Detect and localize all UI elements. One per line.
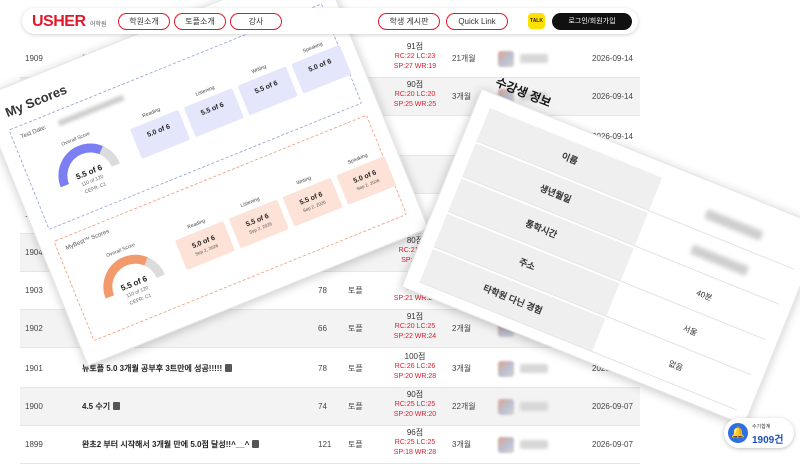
top-navbar: USHER 어학원 학원소개 토플소개 강사 학생 게시판 Quick Link… xyxy=(22,8,638,34)
post-date: 2026-09-14 xyxy=(592,54,633,63)
post-date: 2026-09-14 xyxy=(592,92,633,101)
redacted-value xyxy=(704,209,764,241)
total-score: 96점 xyxy=(406,428,424,437)
section-scores: SP:22 WR:24 xyxy=(393,333,437,340)
section-scores: SP:20 WR:20 xyxy=(393,411,437,418)
section-scores: RC:25 LC:25 xyxy=(394,401,436,408)
score-cell: 90점 RC:25 LC:25 SP:20 WR:20 xyxy=(380,390,450,420)
nav-teachers[interactable]: 강사 xyxy=(230,13,282,30)
post-number: 1903 xyxy=(25,286,43,295)
login-signup-button[interactable]: 로그인/회원가입 xyxy=(552,13,632,30)
view-count: 78 xyxy=(318,364,327,373)
section-scores: SP:27 WR:19 xyxy=(393,63,437,70)
post-title[interactable]: 4.5 수기 xyxy=(82,388,121,426)
category: 토플 xyxy=(348,286,363,295)
section-scores: RC:20 LC:25 xyxy=(394,323,436,330)
score-cell: 91점 RC:22 LC:23 SP:27 WR:19 xyxy=(380,42,450,72)
total-score: 90점 xyxy=(406,80,424,89)
score-cell: 96점 RC:25 LC:25 SP:18 WR:28 xyxy=(380,428,450,458)
category: 토플 xyxy=(348,324,363,333)
post-number: 1902 xyxy=(25,324,43,333)
post-number: 1900 xyxy=(25,402,43,411)
redacted-date xyxy=(57,94,125,127)
category: 토플 xyxy=(348,364,363,373)
section-scores: RC:20 LC:20 xyxy=(394,91,436,98)
study-period: 3개월 xyxy=(452,92,472,101)
review-count-label: 수기합계 xyxy=(752,424,771,430)
view-count: 78 xyxy=(318,286,327,295)
section-scores: SP:18 WR:28 xyxy=(393,449,437,456)
study-period: 21개월 xyxy=(452,54,476,63)
view-count: 121 xyxy=(318,440,332,449)
total-score: 91점 xyxy=(406,312,424,321)
table-row[interactable]: 1900 4.5 수기 74 토플 22개월 2026-09-07 90점 RC:25 LC:… xyxy=(20,388,640,426)
category: 토플 xyxy=(348,402,363,411)
kakao-talk-icon[interactable]: TALK xyxy=(528,13,545,29)
post-date: 2026-09-07 xyxy=(592,402,633,411)
usher-logo[interactable]: USHER xyxy=(32,13,86,31)
category: 토플 xyxy=(348,440,363,449)
score-cell: 90점 RC:20 LC:20 SP:25 WR:25 xyxy=(380,80,450,110)
section-scores: RC:25 LC:25 xyxy=(394,439,436,446)
nav-toefl-intro[interactable]: 토플소개 xyxy=(174,13,226,30)
review-count-badge[interactable]: 🔔 수기합계 1909건 xyxy=(724,418,794,448)
table-row[interactable]: 1899 완초2 부터 시작해서 3개월 만에 5.0점 달성!!^__^ 121 토… xyxy=(20,426,640,464)
redacted-author xyxy=(520,440,548,449)
redacted-value xyxy=(689,244,750,277)
redacted-author xyxy=(520,54,548,63)
post-number: 1899 xyxy=(25,440,43,449)
avatar xyxy=(498,399,514,415)
section-scores: RC:22 LC:23 xyxy=(394,53,436,60)
test-date-label: Test Date: xyxy=(20,124,48,141)
post-date: 2026-09-07 xyxy=(592,440,633,449)
score-cell: 91점 RC:20 LC:25 SP:22 WR:24 xyxy=(380,312,450,342)
total-score: 100점 xyxy=(404,352,426,361)
attachment-icon xyxy=(252,440,260,448)
section-scores: SP:20 WR:28 xyxy=(393,373,437,380)
study-period: 3개월 xyxy=(452,440,472,449)
post-title[interactable]: 완초2 부터 시작해서 3개월 만에 5.0점 달성!!^__^ xyxy=(82,426,260,464)
total-score: 90점 xyxy=(406,390,424,399)
attachment-icon xyxy=(113,402,121,410)
section-scores: RC:26 LC:26 xyxy=(394,363,436,370)
post-number: 1901 xyxy=(25,364,43,373)
nav-academy-intro[interactable]: 학원소개 xyxy=(118,13,170,30)
redacted-author xyxy=(520,402,548,411)
review-count-value: 1909건 xyxy=(752,435,784,446)
view-count: 74 xyxy=(318,402,327,411)
nav-quick-link[interactable]: Quick Link xyxy=(446,13,508,30)
study-period: 3개월 xyxy=(452,364,472,373)
score-cell: 100점 RC:26 LC:26 SP:20 WR:28 xyxy=(380,352,450,382)
avatar xyxy=(498,361,514,377)
nav-student-board[interactable]: 학생 게시판 xyxy=(378,13,440,30)
redacted-author xyxy=(520,364,548,373)
view-count: 66 xyxy=(318,324,327,333)
avatar xyxy=(498,51,514,67)
study-period: 22개월 xyxy=(452,402,476,411)
logo-subtitle: 어학원 xyxy=(90,22,107,28)
attachment-icon xyxy=(225,364,233,372)
total-score: 91점 xyxy=(406,42,424,51)
section-scores: SP:25 WR:25 xyxy=(393,101,437,108)
mybest-label: MyBest™ Scores xyxy=(65,228,111,252)
bell-icon: 🔔 xyxy=(728,423,748,443)
avatar xyxy=(498,437,514,453)
study-period: 2개월 xyxy=(452,324,472,333)
